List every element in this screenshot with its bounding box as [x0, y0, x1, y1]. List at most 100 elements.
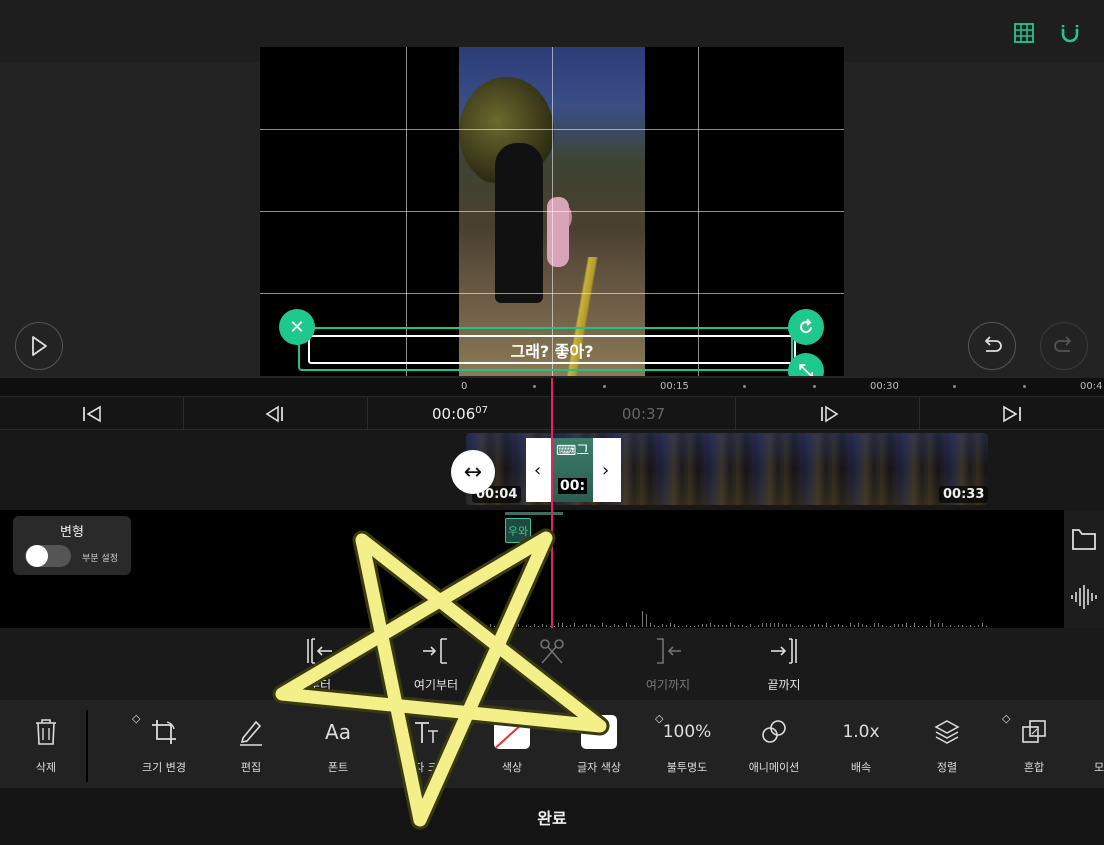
waveform-bar [546, 625, 547, 627]
folder-icon[interactable] [1070, 526, 1098, 556]
keyframe-diamond-icon: ◇ [655, 712, 664, 725]
ruler-label: 00:30 [870, 381, 899, 392]
swap-icon[interactable]: ↔ [451, 450, 495, 494]
waveform-bar [810, 625, 811, 627]
waveform-bar [786, 624, 787, 627]
opacity-button[interactable]: ◇ 100% 불투명도 [647, 712, 727, 775]
animation-button[interactable]: 애니메이션 [734, 714, 814, 775]
waveform-bar [762, 623, 763, 627]
done-button[interactable]: 완료 [537, 805, 566, 829]
waveform-bar [742, 625, 743, 627]
speed-value: 1.0x [842, 722, 880, 742]
split-label: 여기부터 [413, 678, 459, 692]
trim-right-icon [744, 636, 824, 666]
waveform-bar [702, 624, 703, 627]
text-color-button[interactable]: 글자 색상 [559, 714, 639, 775]
waveform-bar [858, 623, 859, 627]
waveform-bar [886, 626, 887, 627]
waveform-bar [918, 626, 919, 627]
waveform-bar [926, 626, 927, 627]
arrange-button[interactable]: 정렬 [907, 714, 987, 775]
waveform-bar [870, 626, 871, 627]
go-to-end-button[interactable] [920, 397, 1104, 431]
waveform-bar [538, 626, 539, 627]
previous-frame-button[interactable] [184, 397, 368, 431]
split-from-start-button[interactable]: 부터 [280, 636, 360, 693]
waveform-bar [498, 623, 499, 627]
chevron-right-icon[interactable]: › [602, 460, 609, 481]
waveform-bar [574, 623, 575, 627]
magnet-icon[interactable] [1055, 18, 1085, 48]
waveform-bar [642, 611, 643, 627]
split-label: 끝까지 [767, 678, 801, 692]
caption-resize-handle[interactable]: ⤡ [788, 353, 824, 376]
waveform-bar [478, 626, 479, 627]
subtitle-clip[interactable]: 우와 [505, 518, 531, 543]
color-button[interactable]: 색상 [472, 714, 552, 775]
waveform-bar [562, 623, 563, 627]
waveform-bar [654, 625, 655, 627]
split-from-here-button[interactable]: 여기부터 [396, 636, 476, 693]
delete-button[interactable]: 삭제 [6, 714, 86, 775]
undo-button[interactable] [968, 322, 1016, 370]
video-preview[interactable]: 그래? 좋아? ✕ ⤡ [260, 47, 844, 376]
chevron-left-icon[interactable]: ‹ [534, 460, 541, 481]
blend-button[interactable]: ◇ 혼합 [994, 712, 1074, 775]
layers-icon [907, 714, 987, 750]
duration-value: 00:37 [621, 405, 666, 423]
tool-label: 색상 [501, 761, 523, 774]
waveform-bar [526, 625, 527, 627]
edit-button[interactable]: 편집 [211, 714, 291, 775]
text-size-button[interactable]: 자 크 [386, 714, 466, 775]
next-frame-button[interactable] [736, 397, 920, 431]
font-button[interactable]: Aa 폰트 [298, 714, 378, 775]
clip-end-chip: 00:33 [939, 486, 989, 503]
caption-text-box[interactable]: 그래? 좋아? [308, 335, 796, 364]
waveform-bar [730, 623, 731, 627]
keyframe-diamond-icon: ◇ [1002, 712, 1011, 725]
waveform-bar [750, 624, 751, 627]
waveform-bar [970, 625, 971, 627]
waveform-bar [570, 625, 571, 627]
waveform-bar [958, 625, 959, 627]
waveform-bar [934, 624, 935, 627]
split-toolbar: 부터 여기부터 여기까지 끝까지 [0, 628, 1104, 700]
more-tool-button[interactable]: 모 [1078, 714, 1104, 775]
resize-button[interactable]: ◇ 크기 변경 [124, 712, 204, 775]
redo-button[interactable] [1040, 322, 1088, 370]
playhead[interactable] [551, 378, 553, 628]
done-bar[interactable]: 완료 [0, 788, 1104, 845]
waveform-bar [518, 624, 519, 627]
subtitle-clip-text: 우와 [507, 524, 529, 538]
waveform-bar [942, 623, 943, 627]
play-button[interactable] [15, 322, 63, 370]
transform-panel: 변형 부분 설정 [13, 516, 131, 575]
split-label: 여기까지 [645, 678, 691, 692]
split-to-end-button[interactable]: 끝까지 [744, 636, 824, 693]
subtitle-audio-track[interactable] [0, 510, 1064, 628]
split-button[interactable] [512, 636, 592, 676]
speed-button[interactable]: 1.0x 배속 [821, 714, 901, 775]
waveform-bar [558, 623, 559, 627]
waveform-bar [826, 623, 827, 627]
waveform-bar [822, 625, 823, 627]
caption-rotate-handle[interactable] [788, 309, 824, 345]
waveform-icon[interactable] [1069, 584, 1099, 614]
caption-delete-handle[interactable]: ✕ [279, 309, 315, 345]
waveform-bar [722, 625, 723, 627]
waveform-bar [906, 623, 907, 627]
split-to-here-button[interactable]: 여기까지 [628, 636, 708, 693]
waveform-bar [586, 624, 587, 627]
partial-setting-toggle[interactable] [25, 545, 71, 567]
waveform-bar [582, 625, 583, 627]
waveform-bar [554, 626, 555, 627]
selected-clip[interactable]: ‹ ⌨그 00: › [526, 438, 621, 502]
grid-icon[interactable] [1009, 18, 1039, 48]
go-to-start-button[interactable] [0, 397, 184, 431]
waveform-bar [838, 624, 839, 627]
waveform-bar [618, 625, 619, 627]
waveform-bar [634, 625, 635, 627]
tool-label: 애니메이션 [748, 761, 800, 774]
waveform-bar [758, 625, 759, 627]
waveform-bar [830, 626, 831, 627]
